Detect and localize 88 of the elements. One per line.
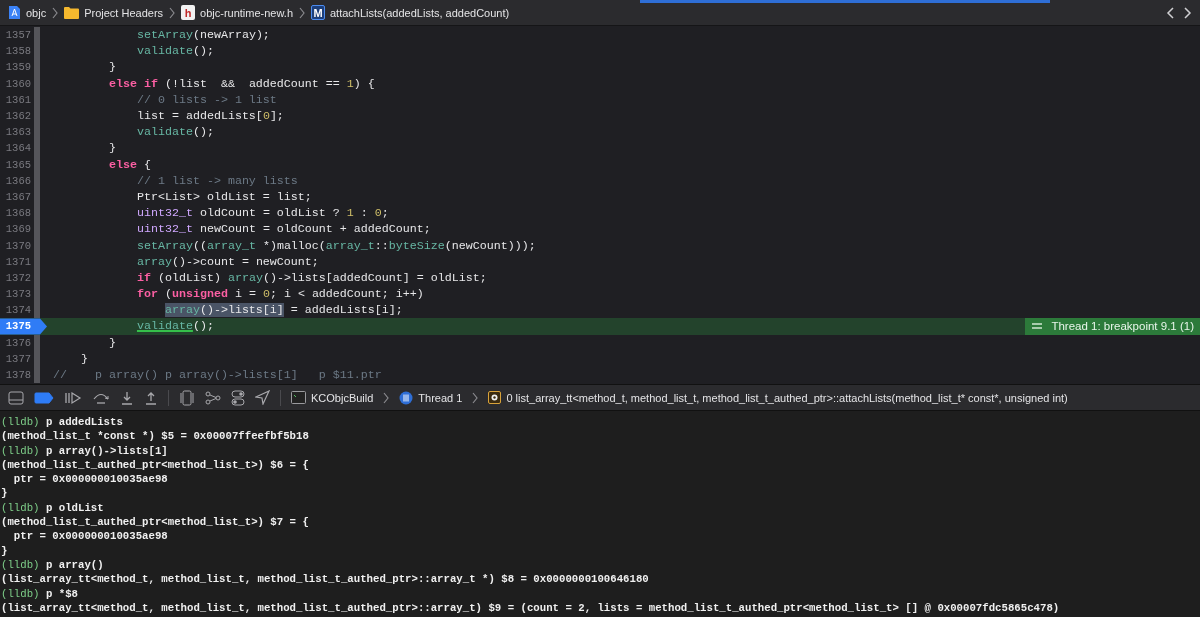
line-number: 1370 xyxy=(4,238,32,254)
code-line: else if (!list && addedCount == 1) { xyxy=(107,76,375,91)
code-line: // 0 lists -> 1 list xyxy=(135,92,277,107)
breakpoint-icon[interactable] xyxy=(34,391,54,404)
line-number: 1371 xyxy=(4,254,32,270)
console-line: } xyxy=(1,486,8,501)
code-line: array()->lists[i] = addedLists[i]; xyxy=(163,303,403,318)
breadcrumb-item[interactable]: M attachLists(addedLists, addedCount) xyxy=(311,5,510,20)
code-line: Ptr<List> oldList = list; xyxy=(135,189,312,204)
line-number: 1368 xyxy=(4,206,32,222)
line-number: 1373 xyxy=(4,287,32,303)
code-line: setArray(newArray); xyxy=(135,28,270,43)
continue-icon[interactable] xyxy=(64,390,82,405)
line-number: 1378 xyxy=(4,368,32,384)
line-number: 1374 xyxy=(4,303,32,319)
header-file-icon: h xyxy=(181,5,196,20)
line-number: 1377 xyxy=(4,351,32,367)
code-line: validate(); xyxy=(135,319,214,334)
folder-icon xyxy=(64,6,80,19)
hide-console-icon[interactable] xyxy=(8,390,24,405)
line-number: 1367 xyxy=(4,189,32,205)
console-line: (method_list_t *const *) $5 = 0x00007ffeefbf5b18 xyxy=(1,429,309,444)
console-line: (method_list_t_authed_ptr<method_list_t>) $7 = { xyxy=(1,515,309,530)
method-icon: M xyxy=(311,5,325,20)
breadcrumb-item[interactable]: h objc-runtime-new.h xyxy=(181,5,293,20)
chevron-icon xyxy=(299,6,305,19)
forward-icon[interactable] xyxy=(1184,6,1192,19)
line-number: 1358 xyxy=(4,44,32,60)
line-number: 1360 xyxy=(4,76,32,92)
line-number: 1369 xyxy=(4,222,32,238)
chevron-icon xyxy=(383,391,390,404)
step-into-icon[interactable] xyxy=(120,390,134,405)
step-out-icon[interactable] xyxy=(144,390,158,405)
console-line: (lldb) p *$8 xyxy=(1,586,78,601)
breadcrumb-item[interactable]: objc xyxy=(8,5,47,20)
code-line: } xyxy=(107,141,116,156)
code-line: if (oldList) array()->lists[addedCount] = oldList; xyxy=(135,270,487,285)
toggle-icon[interactable] xyxy=(231,389,245,406)
code-line: validate(); xyxy=(135,44,214,59)
line-number: 1361 xyxy=(4,92,32,108)
code-line: else { xyxy=(107,157,151,172)
console-line: (lldb) p oldList xyxy=(1,500,104,516)
console-line: ptr = 0x000000010035ae98 xyxy=(12,472,168,487)
chevron-icon xyxy=(472,391,479,404)
thread-item[interactable]: Thread 1 xyxy=(399,390,463,405)
chevron-icon xyxy=(169,6,176,19)
console-line: (lldb) p addedLists xyxy=(1,415,123,430)
code-line: array()->count = newCount; xyxy=(135,254,319,269)
code-line: list = addedLists[0]; xyxy=(135,109,284,124)
thread-icon xyxy=(399,390,414,405)
code-line: } xyxy=(107,335,116,350)
code-line: for (unsigned i = 0; i < addedCount; i++) xyxy=(135,287,424,302)
console-line: (lldb) p array()->lists[1] xyxy=(1,443,168,458)
code-line: validate(); xyxy=(135,125,214,140)
location-icon[interactable] xyxy=(255,390,270,405)
line-number: 1366 xyxy=(4,173,32,189)
gear-icon xyxy=(488,391,502,404)
line-number: 1372 xyxy=(4,270,32,286)
console-line: } xyxy=(1,543,8,558)
console-line: (list_array_tt<method_t, method_list_t, method_list_t_authed_ptr>::array_t) $9 = (count = 2, lists = method_list_t_authed_ptr<method_list_t> [] @ 0x00007fdc5865c478) xyxy=(1,600,1060,616)
code-line: } xyxy=(107,60,116,75)
breadcrumb-item[interactable]: Project Headers xyxy=(64,6,164,19)
stack-frame-item[interactable]: 0 list_array_tt<method_t, method_list_t, method_list_t_authed_ptr>::attachLists(method_list_t* const*, unsigned int) xyxy=(488,391,1068,404)
console-line: (method_list_t_authed_ptr<method_list_t>) $6 = { xyxy=(1,457,309,473)
terminal-icon xyxy=(291,391,306,404)
back-icon[interactable] xyxy=(1166,6,1174,19)
line-number: 1363 xyxy=(4,125,32,141)
chevron-icon xyxy=(52,6,59,19)
view-hierarchy-icon[interactable] xyxy=(179,389,195,406)
memory-graph-icon[interactable] xyxy=(205,389,221,406)
console-line: (lldb) p array() xyxy=(1,557,104,573)
code-line: } xyxy=(80,351,88,366)
code-line: // 1 list -> many lists xyxy=(135,173,298,188)
code-line: setArray((array_t *)malloc(array_t::byteSize(newCount))); xyxy=(135,238,536,253)
app-icon xyxy=(8,5,21,20)
line-number: 1376 xyxy=(4,335,32,351)
console-line: ptr = 0x000000010035ae98 xyxy=(12,529,168,544)
line-number: 1359 xyxy=(4,60,32,76)
line-number: 1365 xyxy=(4,157,32,173)
scheme-item[interactable]: KCObjcBuild xyxy=(291,391,374,404)
line-number: 1364 xyxy=(4,141,32,157)
console-line: (list_array_tt<method_t, method_list_t, method_list_t_authed_ptr>::array_t *) $8 = 0x0000000100646180 xyxy=(1,572,649,587)
line-number: 1362 xyxy=(4,109,32,125)
breakpoint-badge: Thread 1: breakpoint 9.1 (1) xyxy=(1025,318,1200,335)
code-line: // p array() p array()->lists[1] p $11.ptr xyxy=(53,368,382,383)
line-number: 1357 xyxy=(4,28,32,44)
code-line: uint32_t oldCount = oldList ? 1 : 0; xyxy=(135,206,389,221)
code-line: uint32_t newCount = oldCount + addedCount; xyxy=(135,222,431,237)
